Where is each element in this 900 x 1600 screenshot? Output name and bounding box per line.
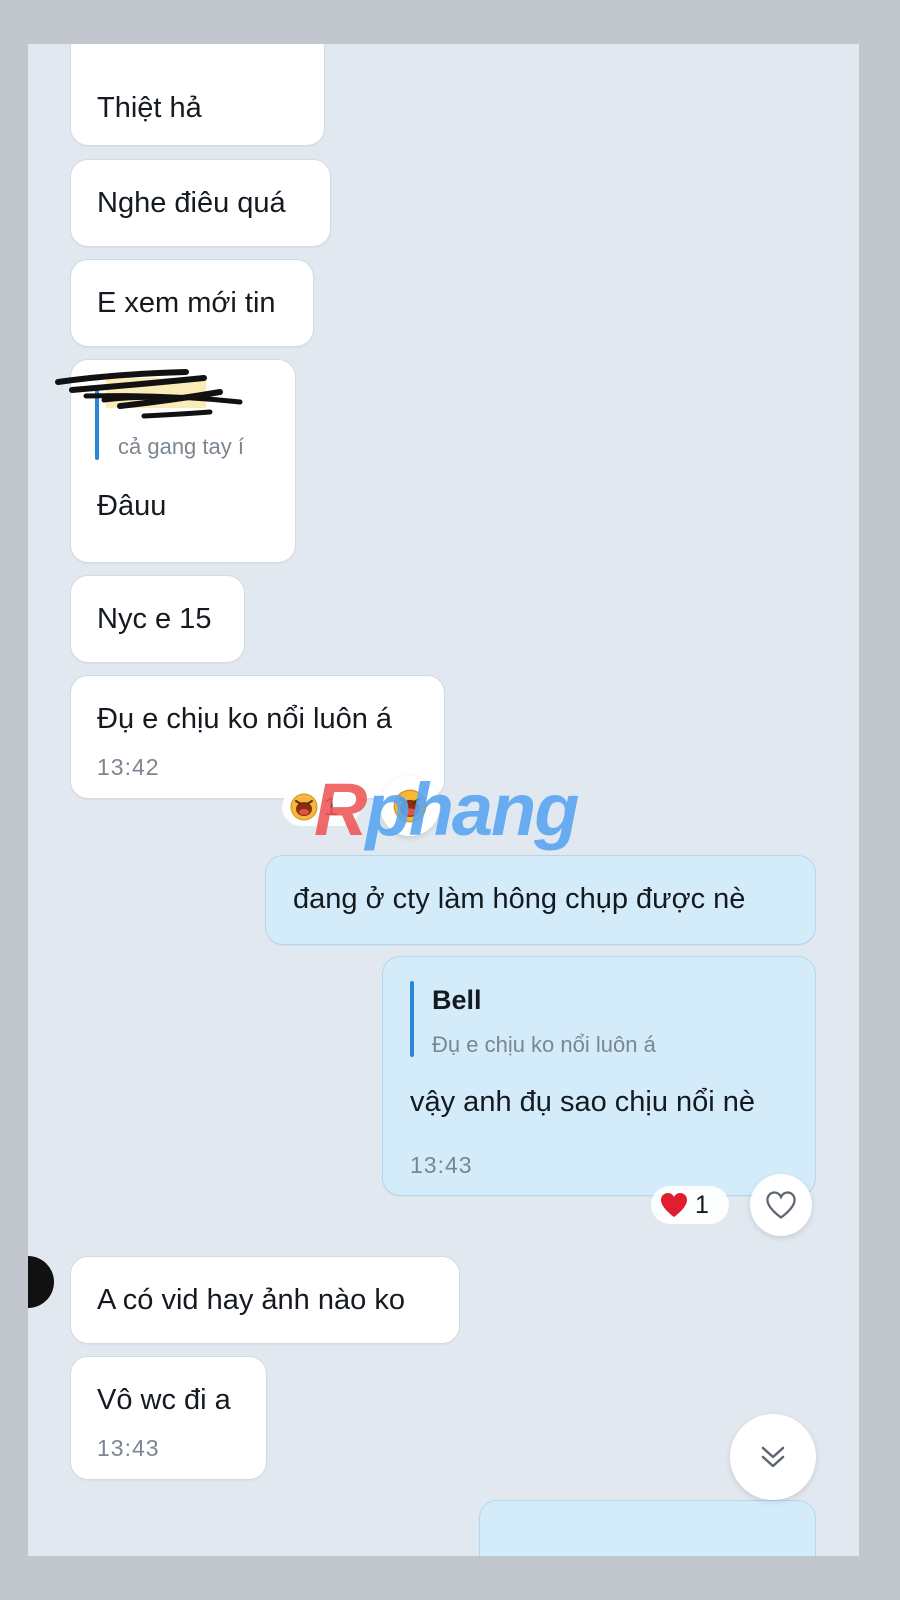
message-text: Đâuu <box>97 490 167 522</box>
scroll-to-bottom-button[interactable] <box>730 1414 816 1500</box>
message-timestamp: 13:43 <box>97 1435 160 1461</box>
message-timestamp: 13:43 <box>410 1152 473 1178</box>
message-text: E xem mới tin <box>97 287 276 319</box>
incoming-message[interactable]: Thiệt hả <box>70 44 325 146</box>
message-timestamp: 13:42 <box>97 754 160 780</box>
react-heart-button[interactable] <box>750 1174 812 1236</box>
incoming-message[interactable]: Nyc e 15 <box>70 575 245 663</box>
message-text: đang ở cty làm hông chụp được nè <box>293 883 746 915</box>
avatar[interactable] <box>28 1256 54 1308</box>
message-text: Đụ e chịu ko nổi luôn á <box>97 703 393 735</box>
quote-bar <box>410 981 414 1057</box>
incoming-message[interactable]: E xem mới tin <box>70 259 314 347</box>
outgoing-message[interactable] <box>479 1500 816 1556</box>
outgoing-reply-message[interactable]: Bell Đụ e chịu ko nổi luôn á vậy anh đụ … <box>382 956 816 1196</box>
chat-screen: Thiệt hả Nghe điêu quá E xem mới tin cả … <box>28 44 859 1556</box>
message-text: vậy anh đụ sao chịu nổi nè <box>410 1086 756 1118</box>
message-text: Nghe điêu quá <box>97 187 286 219</box>
double-chevron-down-icon <box>761 1446 785 1468</box>
incoming-message[interactable]: A có vid hay ảnh nào ko <box>70 1256 460 1344</box>
incoming-message[interactable]: Nghe điêu quá <box>70 159 331 247</box>
quote-sender-name: Bell <box>432 985 482 1015</box>
watermark-logo: Rphang <box>314 768 579 851</box>
message-text: A có vid hay ảnh nào ko <box>97 1284 405 1316</box>
redaction-scribble <box>55 369 243 419</box>
quote-text: Đụ e chịu ko nổi luôn á <box>432 1032 656 1057</box>
message-text: Thiệt hả <box>97 92 202 124</box>
quote-text: cả gang tay í <box>118 434 244 459</box>
heart-icon <box>661 1193 687 1217</box>
outgoing-message[interactable]: đang ở cty làm hông chụp được nè <box>265 855 816 945</box>
reaction-summary[interactable]: 1 <box>651 1186 729 1224</box>
reaction-count: 1 <box>695 1190 709 1219</box>
message-text: Vô wc đi a <box>97 1384 231 1416</box>
heart-outline-icon <box>766 1191 796 1219</box>
message-text: Nyc e 15 <box>97 603 212 635</box>
incoming-message[interactable]: Vô wc đi a 13:43 <box>70 1356 267 1480</box>
